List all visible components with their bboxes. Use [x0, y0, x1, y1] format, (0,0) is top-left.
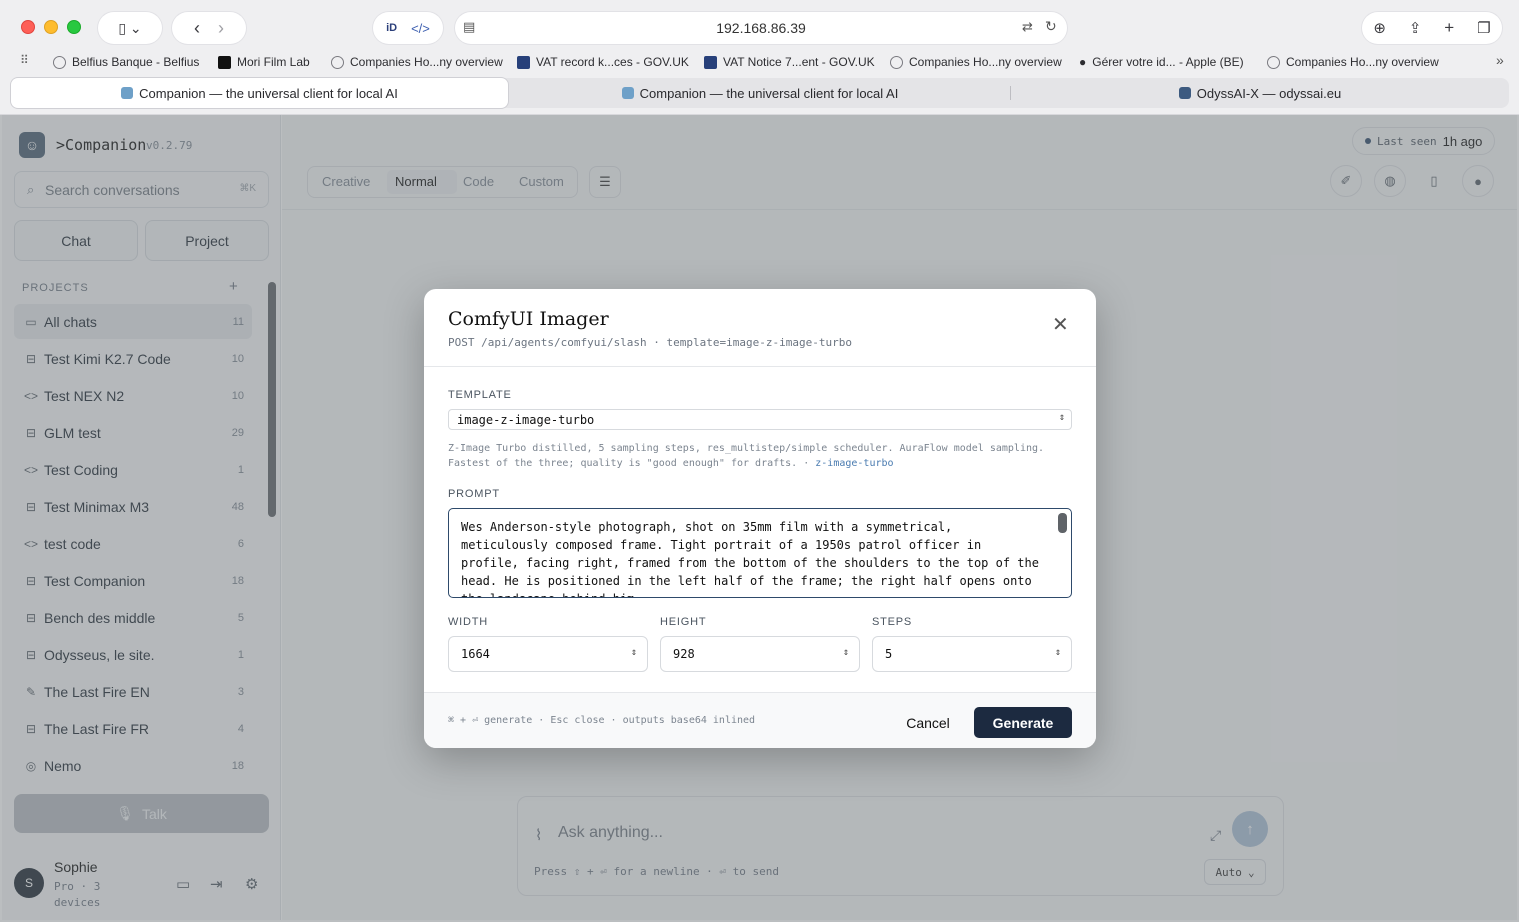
bookmark-item[interactable]: Companies Ho...ny overview [890, 55, 1062, 69]
translate-icon[interactable]: ⇄ [1022, 19, 1033, 35]
history-nav: ‹ › [172, 12, 246, 44]
width-label: WIDTH [448, 616, 489, 628]
code-extension-icon[interactable]: </> [411, 21, 430, 36]
window-zoom-button[interactable] [67, 20, 81, 34]
template-description: Z-Image Turbo distilled, 5 sampling step… [448, 443, 1045, 469]
prompt-text: Wes Anderson-style photograph, shot on 3… [461, 520, 1039, 597]
stepper-icon[interactable]: ⇕ [1055, 647, 1061, 658]
height-input[interactable]: 928 ⇕ [660, 636, 860, 672]
id-extension-icon[interactable]: iD [386, 22, 397, 34]
prompt-scrollbar[interactable] [1058, 513, 1067, 533]
dialog-subtitle: POST /api/agents/comfyui/slash · templat… [448, 336, 852, 349]
height-label: HEIGHT [660, 616, 707, 628]
template-link[interactable]: z-image-turbo [815, 458, 893, 469]
tab-odyssai[interactable]: OdyssAI-X — odyssai.eu [1011, 78, 1509, 108]
govuk-crown-icon [704, 55, 717, 69]
template-label: TEMPLATE [448, 389, 512, 401]
sidebar-icon: ▯ ⌄ [118, 19, 142, 36]
apps-grid-icon[interactable]: ⠿ [20, 53, 29, 67]
tab-bar: Companion — the universal client for loc… [10, 78, 1509, 108]
downloads-icon[interactable]: ⊕ [1373, 19, 1386, 37]
bookmarks-bar: ⠿ Belfius Banque - Belfius Mori Film Lab… [0, 50, 1519, 74]
extensions-group: iD </> [373, 12, 443, 44]
cancel-button[interactable]: Cancel [896, 708, 960, 738]
window-close-button[interactable] [21, 20, 35, 34]
bookmark-item[interactable]: ● Gérer votre id... - Apple (BE) [1079, 55, 1244, 69]
bookmark-item[interactable]: VAT Notice 7...ent - GOV.UK [704, 55, 875, 69]
divider [424, 366, 1096, 367]
back-arrow-icon[interactable]: ‹ [194, 18, 200, 39]
forward-arrow-icon[interactable]: › [218, 18, 224, 39]
bookmark-item[interactable]: Companies Ho...ny overview [331, 55, 503, 69]
steps-label: STEPS [872, 616, 913, 628]
steps-input[interactable]: 5 ⇕ [872, 636, 1072, 672]
govuk-crown-icon [517, 55, 530, 69]
prompt-label: PROMPT [448, 488, 500, 500]
keyboard-hint: ⌘ + ⏎ generate · Esc close · outputs bas… [448, 715, 756, 726]
bookmark-item[interactable]: Companies Ho...ny overview [1267, 55, 1439, 69]
window-minimize-button[interactable] [44, 20, 58, 34]
chevron-updown-icon: ⇕ [1058, 412, 1065, 423]
close-icon[interactable]: ✕ [1052, 315, 1069, 335]
bookmark-item[interactable]: VAT record k...ces - GOV.UK [517, 55, 689, 69]
companion-favicon-icon [621, 87, 634, 99]
sidebar-toggle-button[interactable]: ▯ ⌄ [98, 12, 162, 44]
bookmark-item[interactable]: Belfius Banque - Belfius [53, 55, 199, 69]
tab-overview-icon[interactable]: ❐ [1477, 19, 1490, 37]
globe-icon [53, 55, 66, 69]
address-text: 192.168.86.39 [716, 20, 806, 36]
mori-logo-icon [218, 55, 231, 69]
address-bar[interactable]: ▤ 192.168.86.39 ⇄ ↻ [455, 12, 1067, 44]
bookmark-item[interactable]: Mori Film Lab [218, 55, 310, 69]
browser-tools: ⊕ ⇪ + ❐ [1362, 12, 1502, 44]
tab-companion-1[interactable]: Companion — the universal client for loc… [11, 78, 508, 108]
globe-icon [331, 55, 344, 69]
companion-favicon-icon [121, 87, 134, 99]
generate-button[interactable]: Generate [974, 707, 1072, 738]
share-icon[interactable]: ⇪ [1409, 19, 1422, 37]
browser-chrome: ▯ ⌄ ‹ › iD </> ▤ 192.168.86.39 ⇄ ↻ ⊕ ⇪ +… [0, 0, 1519, 115]
reload-icon[interactable]: ↻ [1045, 18, 1057, 35]
width-input[interactable]: 1664 ⇕ [448, 636, 648, 672]
globe-icon [890, 55, 903, 69]
apple-icon: ● [1079, 55, 1087, 69]
odyssai-favicon-icon [1178, 87, 1191, 99]
dialog-title: ComfyUI Imager [448, 308, 609, 330]
comfyui-imager-dialog: ComfyUI Imager POST /api/agents/comfyui/… [424, 289, 1096, 748]
stepper-icon[interactable]: ⇕ [843, 647, 849, 658]
stepper-icon[interactable]: ⇕ [631, 647, 637, 658]
tab-companion-2[interactable]: Companion — the universal client for loc… [510, 78, 1010, 108]
more-bookmarks-icon[interactable]: » [1496, 52, 1504, 68]
globe-icon [1267, 55, 1280, 69]
template-select[interactable]: image-z-image-turbo ⇕ [448, 409, 1072, 430]
new-tab-icon[interactable]: + [1444, 18, 1454, 38]
dialog-footer: ⌘ + ⏎ generate · Esc close · outputs bas… [424, 692, 1096, 748]
prompt-textarea[interactable]: Wes Anderson-style photograph, shot on 3… [448, 508, 1072, 598]
